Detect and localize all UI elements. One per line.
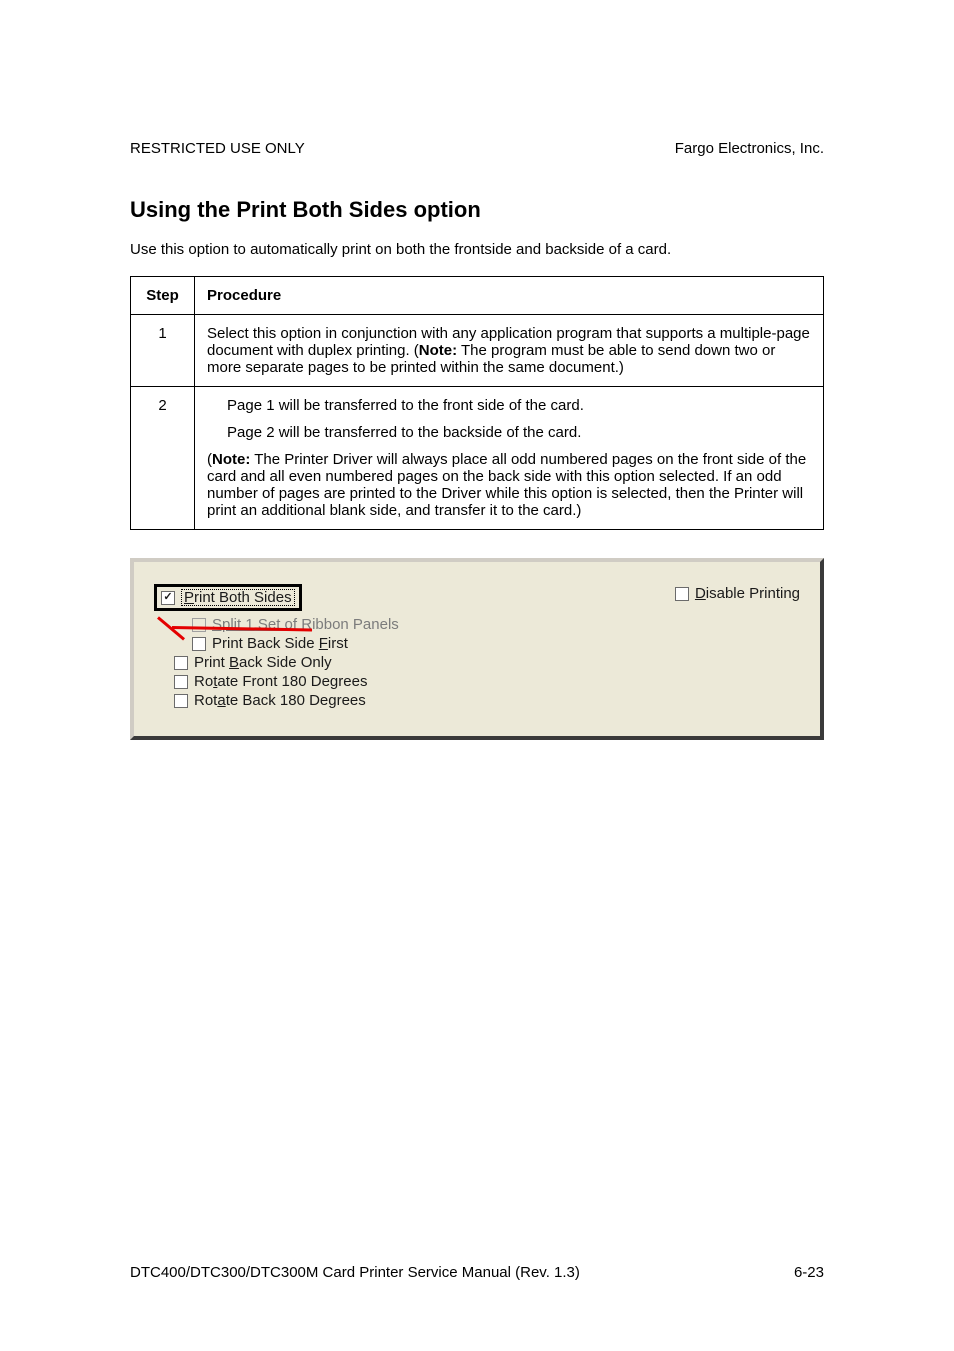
step-number: 2 (131, 387, 195, 530)
print-back-side-only-option[interactable]: Print Back Side Only (174, 655, 645, 670)
proc-note-label: Note: (419, 342, 457, 359)
checkbox-icon[interactable] (192, 637, 206, 651)
col-header-step: Step (131, 277, 195, 315)
print-back-side-first-option[interactable]: Print Back Side First (192, 636, 645, 651)
option-label: ibbon Panels (312, 616, 399, 633)
footer-left: DTC400/DTC300/DTC300M Card Printer Servi… (130, 1264, 580, 1281)
checkbox-icon[interactable] (675, 587, 689, 601)
header-left: RESTRICTED USE ONLY (130, 140, 305, 157)
page-footer: DTC400/DTC300/DTC300M Card Printer Servi… (130, 1264, 824, 1281)
option-label: Ro (194, 673, 213, 690)
step-number: 1 (131, 315, 195, 387)
col-header-procedure: Procedure (195, 277, 824, 315)
option-label: irst (328, 635, 348, 652)
option-label: rint Both Sides (194, 589, 292, 606)
mnemonic: D (695, 585, 706, 602)
print-both-sides-option[interactable]: Print Both Sides (154, 584, 645, 611)
proc-note-label: Note: (212, 451, 250, 468)
intro-text: Use this option to automatically print o… (130, 241, 824, 258)
option-label: Rot (194, 692, 217, 709)
header-right: Fargo Electronics, Inc. (675, 140, 824, 157)
procedure-cell: Select this option in conjunction with a… (195, 315, 824, 387)
option-label: isable Printing (706, 585, 800, 602)
proc-text: Page 1 will be transferred to the front … (207, 397, 811, 414)
footer-right: 6-23 (794, 1264, 824, 1281)
checkbox-icon[interactable] (174, 656, 188, 670)
section-title: Using the Print Both Sides option (130, 197, 824, 223)
print-options-dialog: Print Both Sides Split 1 Set of Ribbon P… (130, 558, 824, 740)
procedure-cell: Page 1 will be transferred to the front … (195, 387, 824, 530)
proc-text: The Printer Driver will always place all… (207, 451, 806, 519)
proc-text: Page 2 will be transferred to the backsi… (207, 424, 811, 441)
rotate-front-180-option[interactable]: Rotate Front 180 Degrees (174, 674, 645, 689)
mnemonic: B (229, 654, 239, 671)
table-row: 1 Select this option in conjunction with… (131, 315, 824, 387)
mnemonic: P (184, 589, 194, 606)
mnemonic: a (217, 692, 225, 709)
option-label: ate Front 180 Degrees (217, 673, 367, 690)
checkbox-icon[interactable] (174, 675, 188, 689)
option-label: te Back 180 Degrees (226, 692, 366, 709)
rotate-back-180-option[interactable]: Rotate Back 180 Degrees (174, 693, 645, 708)
option-label: Print Back Side (212, 635, 319, 652)
checkbox-icon[interactable] (161, 591, 175, 605)
table-row: 2 Page 1 will be transferred to the fron… (131, 387, 824, 530)
procedure-table: Step Procedure 1 Select this option in c… (130, 276, 824, 530)
mnemonic: F (319, 635, 328, 652)
option-label: Print (194, 654, 229, 671)
page-header: RESTRICTED USE ONLY Fargo Electronics, I… (130, 140, 824, 157)
disable-printing-option[interactable]: Disable Printing (675, 586, 800, 601)
checkbox-icon[interactable] (174, 694, 188, 708)
option-label: ack Side Only (239, 654, 332, 671)
